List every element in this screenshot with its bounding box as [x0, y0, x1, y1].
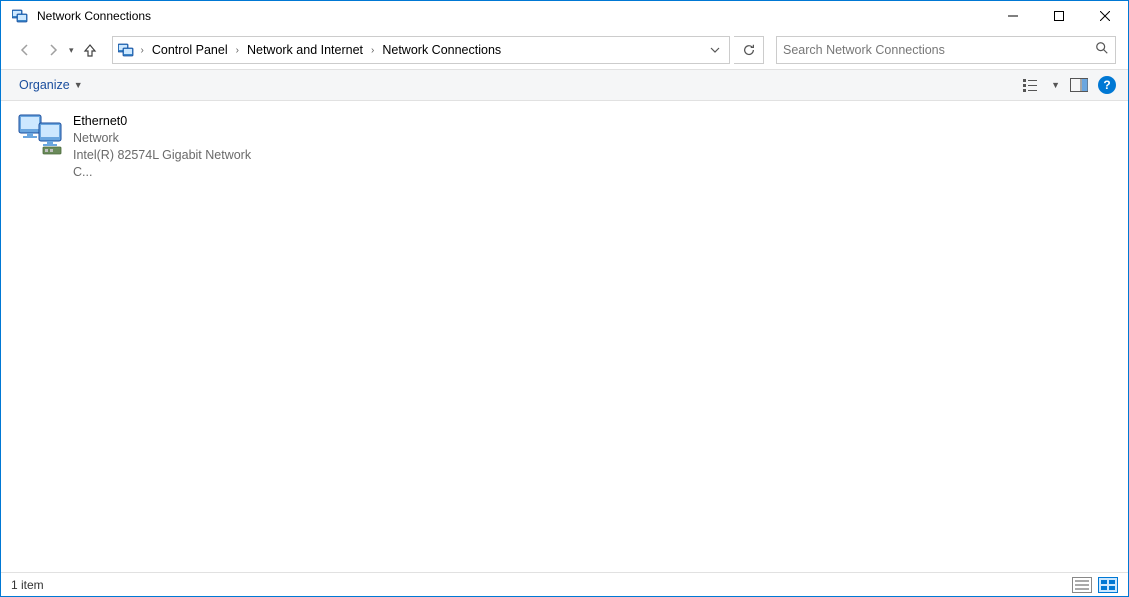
command-bar-right: ▼ ? — [1021, 74, 1116, 96]
search-box[interactable] — [776, 36, 1116, 64]
address-bar[interactable]: › Control Panel › Network and Internet ›… — [112, 36, 730, 64]
help-button[interactable]: ? — [1098, 76, 1116, 94]
command-bar: Organize ▼ ▼ ? — [1, 69, 1128, 101]
view-options-button[interactable] — [1021, 74, 1043, 96]
address-dropdown-button[interactable] — [703, 37, 727, 63]
breadcrumb-network-connections[interactable]: Network Connections — [378, 39, 505, 61]
breadcrumb-separator[interactable]: › — [369, 41, 376, 60]
view-options-dropdown[interactable]: ▼ — [1051, 80, 1060, 90]
connection-text: Ethernet0 Network Intel(R) 82574L Gigabi… — [73, 113, 273, 181]
connection-network: Network — [73, 130, 273, 147]
refresh-button[interactable] — [734, 36, 764, 64]
title-bar: Network Connections — [1, 1, 1128, 31]
navigation-row: ▾ › Control Panel › Network and Internet… — [1, 31, 1128, 69]
recent-locations-button[interactable]: ▾ — [69, 45, 74, 56]
command-bar-left: Organize ▼ — [13, 74, 89, 96]
window-controls — [990, 1, 1128, 31]
back-button[interactable] — [13, 38, 37, 62]
forward-button[interactable] — [41, 38, 65, 62]
network-adapter-icon — [17, 113, 65, 155]
up-button[interactable] — [78, 38, 102, 62]
connection-item[interactable]: Ethernet0 Network Intel(R) 82574L Gigabi… — [15, 111, 275, 183]
maximize-button[interactable] — [1036, 1, 1082, 31]
location-icon — [117, 41, 135, 59]
connection-name: Ethernet0 — [73, 113, 273, 130]
breadcrumb-separator[interactable]: › — [139, 41, 146, 60]
connection-device: Intel(R) 82574L Gigabit Network C... — [73, 147, 273, 181]
status-bar-right — [1072, 577, 1118, 593]
status-item-count: 1 item — [11, 578, 44, 592]
preview-pane-button[interactable] — [1068, 74, 1090, 96]
minimize-button[interactable] — [990, 1, 1036, 31]
title-bar-left: Network Connections — [9, 7, 151, 25]
organize-button[interactable]: Organize ▼ — [13, 74, 89, 96]
tiles-view-button[interactable] — [1098, 577, 1118, 593]
search-icon[interactable] — [1095, 41, 1109, 60]
status-bar: 1 item — [1, 572, 1128, 596]
organize-label: Organize — [19, 78, 70, 92]
breadcrumb-separator[interactable]: › — [234, 41, 241, 60]
breadcrumb-network-internet[interactable]: Network and Internet — [243, 39, 367, 61]
chevron-down-icon: ▼ — [74, 80, 83, 90]
breadcrumb-control-panel[interactable]: Control Panel — [148, 39, 232, 61]
window-title: Network Connections — [37, 9, 151, 23]
content-area[interactable]: Ethernet0 Network Intel(R) 82574L Gigabi… — [1, 101, 1128, 572]
close-button[interactable] — [1082, 1, 1128, 31]
window-icon — [11, 7, 29, 25]
details-view-button[interactable] — [1072, 577, 1092, 593]
search-input[interactable] — [783, 43, 1095, 57]
